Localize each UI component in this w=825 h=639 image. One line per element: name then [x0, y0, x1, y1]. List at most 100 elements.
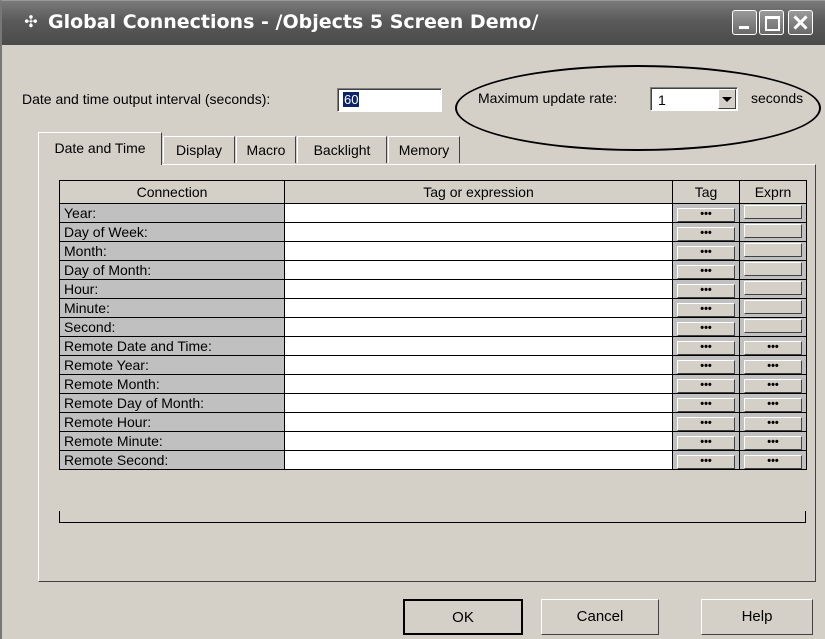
tab-display[interactable]: Display — [163, 136, 235, 163]
tag-expression-field[interactable] — [284, 317, 673, 337]
tag-browse-button[interactable]: ••• — [677, 360, 735, 374]
rate-value: 1 — [658, 92, 666, 108]
tag-browse-cell: ••• — [672, 203, 740, 223]
annotation-ellipse — [455, 65, 821, 151]
minimize-icon[interactable] — [732, 10, 757, 35]
rate-select[interactable]: 1 — [650, 87, 738, 111]
tag-browse-button[interactable]: ••• — [677, 227, 735, 241]
tag-expression-field[interactable] — [284, 374, 673, 394]
exprn-edit-button-disabled — [744, 223, 802, 238]
cancel-button[interactable]: Cancel — [541, 599, 659, 635]
tag-expression-field[interactable] — [284, 222, 673, 242]
tag-browse-button[interactable]: ••• — [677, 341, 735, 355]
app-window-icon[interactable]: ✣ — [22, 14, 40, 32]
table-row: Remote Hour: ••• ••• — [59, 412, 807, 432]
exprn-edit-button[interactable]: ••• — [744, 436, 802, 450]
tag-browse-button[interactable]: ••• — [677, 246, 735, 260]
exprn-edit-cell — [739, 241, 807, 261]
connection-name: Remote Date and Time: — [59, 336, 285, 356]
help-button[interactable]: Help — [701, 599, 813, 635]
tag-expression-field[interactable] — [284, 203, 673, 223]
exprn-edit-button[interactable]: ••• — [744, 379, 802, 393]
tag-browse-button[interactable]: ••• — [677, 265, 735, 279]
connection-name: Year: — [59, 203, 285, 223]
tag-browse-cell: ••• — [672, 241, 740, 261]
table-row: Day of Week: ••• — [59, 222, 807, 242]
close-icon[interactable] — [788, 10, 813, 35]
connection-name: Remote Hour: — [59, 412, 285, 432]
interval-input[interactable]: 60 — [337, 88, 442, 112]
tag-expression-field[interactable] — [284, 260, 673, 280]
exprn-edit-button[interactable]: ••• — [744, 398, 802, 412]
tag-browse-button[interactable]: ••• — [677, 379, 735, 393]
connection-name: Remote Day of Month: — [59, 393, 285, 413]
tab-backlight[interactable]: Backlight — [297, 136, 387, 163]
exprn-edit-button-disabled — [744, 204, 802, 219]
connection-name: Minute: — [59, 298, 285, 318]
tag-expression-field[interactable] — [284, 450, 673, 470]
table-row: Remote Second: ••• ••• — [59, 450, 807, 470]
connection-name: Remote Year: — [59, 355, 285, 375]
interval-value: 60 — [343, 92, 360, 107]
tab-memory[interactable]: Memory — [388, 136, 460, 163]
tag-browse-button[interactable]: ••• — [677, 417, 735, 431]
grid-header-row: Connection Tag or expression Tag Exprn — [59, 180, 807, 204]
tag-browse-cell: ••• — [672, 298, 740, 318]
tag-browse-cell: ••• — [672, 279, 740, 299]
title-bar[interactable]: ✣ Global Connections - /Objects 5 Screen… — [2, 1, 825, 45]
tag-browse-button[interactable]: ••• — [677, 284, 735, 298]
tag-expression-field[interactable] — [284, 393, 673, 413]
window-title: Global Connections - /Objects 5 Screen D… — [48, 11, 539, 33]
exprn-edit-button[interactable]: ••• — [744, 417, 802, 431]
exprn-edit-cell: ••• — [739, 374, 807, 394]
exprn-edit-cell — [739, 222, 807, 242]
tag-browse-cell: ••• — [672, 336, 740, 356]
connection-name: Month: — [59, 241, 285, 261]
exprn-edit-cell: ••• — [739, 431, 807, 451]
tag-browse-button[interactable]: ••• — [677, 303, 735, 317]
grid-body: Year: ••• Day of Week: ••• Month: ••• Day of M… — [59, 203, 807, 470]
tag-browse-cell: ••• — [672, 355, 740, 375]
table-row: Month: ••• — [59, 241, 807, 261]
tag-expression-field[interactable] — [284, 241, 673, 261]
exprn-edit-button[interactable]: ••• — [744, 455, 802, 469]
exprn-edit-cell: ••• — [739, 336, 807, 356]
tag-browse-cell: ••• — [672, 393, 740, 413]
tag-expression-field[interactable] — [284, 279, 673, 299]
tag-expression-field[interactable] — [284, 355, 673, 375]
table-row: Hour: ••• — [59, 279, 807, 299]
table-row: Minute: ••• — [59, 298, 807, 318]
connection-name: Remote Second: — [59, 450, 285, 470]
tag-expression-field[interactable] — [284, 298, 673, 318]
tag-browse-button[interactable]: ••• — [677, 208, 735, 222]
column-header-tag-or-expression: Tag or expression — [284, 180, 673, 204]
maximize-icon[interactable] — [759, 10, 784, 35]
table-row: Day of Month: ••• — [59, 260, 807, 280]
exprn-edit-cell — [739, 203, 807, 223]
ok-button[interactable]: OK — [403, 599, 523, 635]
tag-browse-button[interactable]: ••• — [677, 322, 735, 336]
tag-browse-button[interactable]: ••• — [677, 398, 735, 412]
tag-browse-cell: ••• — [672, 222, 740, 242]
tag-expression-field[interactable] — [284, 431, 673, 451]
exprn-edit-cell: ••• — [739, 450, 807, 470]
connection-name: Remote Month: — [59, 374, 285, 394]
tag-expression-field[interactable] — [284, 336, 673, 356]
tab-date-and-time[interactable]: Date and Time — [38, 132, 162, 165]
exprn-edit-button[interactable]: ••• — [744, 360, 802, 374]
table-row: Remote Date and Time: ••• ••• — [59, 336, 807, 356]
exprn-edit-button[interactable]: ••• — [744, 341, 802, 355]
exprn-edit-button-disabled — [744, 242, 802, 257]
exprn-edit-cell — [739, 260, 807, 280]
tab-macro[interactable]: Macro — [236, 136, 296, 163]
tag-browse-button[interactable]: ••• — [677, 436, 735, 450]
tag-browse-cell: ••• — [672, 450, 740, 470]
chevron-down-icon[interactable] — [718, 89, 736, 109]
tag-browse-cell: ••• — [672, 412, 740, 432]
table-row: Second: ••• — [59, 317, 807, 337]
tag-browse-cell: ••• — [672, 431, 740, 451]
tag-browse-button[interactable]: ••• — [677, 455, 735, 469]
exprn-edit-cell — [739, 279, 807, 299]
tag-expression-field[interactable] — [284, 412, 673, 432]
column-header-connection: Connection — [59, 180, 285, 204]
